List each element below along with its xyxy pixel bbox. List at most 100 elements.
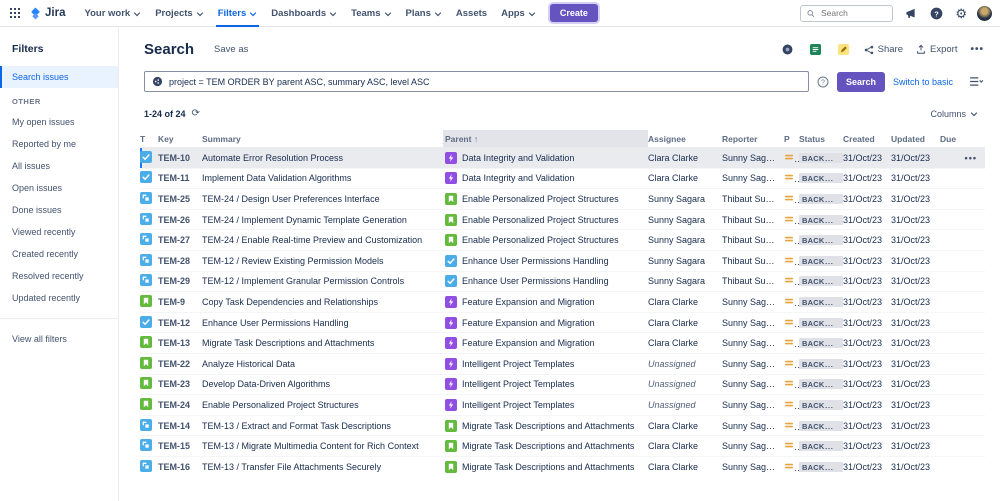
- issue-summary[interactable]: Implement Data Validation Algorithms: [202, 173, 445, 183]
- issue-key[interactable]: TEM-12: [158, 318, 202, 328]
- issue-parent[interactable]: Data Integrity and Validation: [445, 172, 648, 184]
- issue-key[interactable]: TEM-14: [158, 421, 202, 431]
- issue-key[interactable]: TEM-22: [158, 359, 202, 369]
- issue-summary[interactable]: TEM-13 / Transfer File Attachments Secur…: [202, 462, 445, 472]
- column-header-updated[interactable]: Updated: [891, 130, 940, 147]
- column-header-summary[interactable]: Summary: [202, 130, 445, 147]
- table-row[interactable]: TEM-22Analyze Historical DataIntelligent…: [140, 354, 985, 375]
- sidebar-item-resolved-recently[interactable]: Resolved recently: [0, 265, 118, 287]
- issue-key[interactable]: TEM-15: [158, 441, 202, 451]
- issue-summary[interactable]: Migrate Task Descriptions and Attachment…: [202, 338, 445, 348]
- table-row[interactable]: TEM-13Migrate Task Descriptions and Atta…: [140, 333, 985, 354]
- sidebar-item-viewed-recently[interactable]: Viewed recently: [0, 221, 118, 243]
- issue-parent[interactable]: Enhance User Permissions Handling: [445, 275, 648, 287]
- column-header-due[interactable]: Due: [940, 130, 962, 147]
- app-icon-dark[interactable]: [780, 42, 795, 57]
- issue-parent[interactable]: Feature Expansion and Migration: [445, 296, 648, 308]
- issue-parent[interactable]: Enable Personalized Project Structures: [445, 214, 648, 226]
- issue-parent[interactable]: Intelligent Project Templates: [445, 358, 648, 370]
- issue-summary[interactable]: Enhance User Permissions Handling: [202, 318, 445, 328]
- issue-parent[interactable]: Migrate Task Descriptions and Attachment…: [445, 440, 648, 452]
- column-header-key[interactable]: Key: [158, 130, 202, 147]
- issue-summary[interactable]: TEM-13 / Migrate Multimedia Content for …: [202, 441, 445, 451]
- refresh-icon[interactable]: ⟳: [192, 109, 200, 119]
- table-row[interactable]: TEM-11Implement Data Validation Algorith…: [140, 169, 985, 190]
- table-row[interactable]: TEM-16TEM-13 / Transfer File Attachments…: [140, 457, 985, 478]
- jql-input[interactable]: project = TEM ORDER BY parent ASC, summa…: [144, 71, 809, 92]
- table-row[interactable]: TEM-10Automate Error Resolution ProcessD…: [140, 148, 985, 169]
- issue-summary[interactable]: TEM-24 / Implement Dynamic Template Gene…: [202, 215, 445, 225]
- jira-logo[interactable]: Jira: [29, 7, 65, 20]
- issue-key[interactable]: TEM-28: [158, 256, 202, 266]
- issue-parent[interactable]: Enhance User Permissions Handling: [445, 255, 648, 267]
- issue-parent[interactable]: Migrate Task Descriptions and Attachment…: [445, 461, 648, 473]
- avatar[interactable]: [977, 6, 992, 21]
- column-header-reporter[interactable]: Reporter: [722, 130, 784, 147]
- issue-summary[interactable]: Copy Task Dependencies and Relationships: [202, 297, 445, 307]
- column-header-assignee[interactable]: Assignee: [648, 130, 722, 147]
- issue-parent[interactable]: Enable Personalized Project Structures: [445, 193, 648, 205]
- issue-key[interactable]: TEM-10: [158, 153, 202, 163]
- row-actions-button[interactable]: •••: [962, 153, 985, 163]
- issue-key[interactable]: TEM-23: [158, 379, 202, 389]
- save-as-button[interactable]: Save as: [214, 44, 248, 55]
- jql-help-icon[interactable]: ?: [817, 76, 829, 88]
- nav-item-assets[interactable]: Assets: [449, 0, 494, 27]
- issue-key[interactable]: TEM-16: [158, 462, 202, 472]
- issue-summary[interactable]: TEM-12 / Review Existing Permission Mode…: [202, 256, 445, 266]
- sidebar-item-updated-recently[interactable]: Updated recently: [0, 287, 118, 309]
- sidebar-item-my-open-issues[interactable]: My open issues: [0, 111, 118, 133]
- nav-item-dashboards[interactable]: Dashboards: [264, 0, 344, 27]
- table-row[interactable]: TEM-23Develop Data-Driven AlgorithmsInte…: [140, 375, 985, 396]
- view-options-button[interactable]: [961, 76, 984, 87]
- notifications-icon[interactable]: [903, 6, 918, 21]
- export-button[interactable]: Export: [916, 44, 957, 55]
- column-header-created[interactable]: Created: [843, 130, 891, 147]
- sidebar-item-open-issues[interactable]: Open issues: [0, 177, 118, 199]
- issue-parent[interactable]: Intelligent Project Templates: [445, 378, 648, 390]
- app-icon-yellow-pencil[interactable]: [836, 42, 851, 57]
- help-icon[interactable]: ?: [928, 5, 945, 22]
- issue-key[interactable]: TEM-11: [158, 173, 202, 183]
- issue-key[interactable]: TEM-25: [158, 194, 202, 204]
- issue-parent[interactable]: Data Integrity and Validation: [445, 152, 648, 164]
- issue-parent[interactable]: Feature Expansion and Migration: [445, 317, 648, 329]
- table-row[interactable]: TEM-29TEM-12 / Implement Granular Permis…: [140, 272, 985, 293]
- sidebar-item-search-issues[interactable]: Search issues: [0, 66, 118, 88]
- column-header-t[interactable]: T: [140, 130, 158, 147]
- issue-key[interactable]: TEM-9: [158, 297, 202, 307]
- settings-icon[interactable]: ⚙: [955, 7, 967, 20]
- nav-item-filters[interactable]: Filters: [211, 0, 265, 27]
- issue-parent[interactable]: Feature Expansion and Migration: [445, 337, 648, 349]
- table-row[interactable]: TEM-15TEM-13 / Migrate Multimedia Conten…: [140, 436, 985, 457]
- nav-item-apps[interactable]: Apps: [494, 0, 543, 27]
- column-header-parent[interactable]: Parent ↑: [443, 130, 648, 147]
- issue-summary[interactable]: TEM-24 / Enable Real-time Preview and Cu…: [202, 235, 445, 245]
- issue-summary[interactable]: TEM-13 / Extract and Format Task Descrip…: [202, 421, 445, 431]
- issue-parent[interactable]: Migrate Task Descriptions and Attachment…: [445, 420, 648, 432]
- issue-summary[interactable]: Automate Error Resolution Process: [202, 153, 445, 163]
- issue-summary[interactable]: Develop Data-Driven Algorithms: [202, 379, 445, 389]
- sidebar-item-all-issues[interactable]: All issues: [0, 155, 118, 177]
- app-icon-green-doc[interactable]: [808, 42, 823, 57]
- search-button[interactable]: Search: [837, 72, 885, 92]
- table-row[interactable]: TEM-14TEM-13 / Extract and Format Task D…: [140, 416, 985, 437]
- columns-button[interactable]: Columns: [924, 106, 984, 122]
- table-row[interactable]: TEM-27TEM-24 / Enable Real-time Preview …: [140, 230, 985, 251]
- nav-item-teams[interactable]: Teams: [344, 0, 398, 27]
- issue-key[interactable]: TEM-26: [158, 215, 202, 225]
- global-search-input[interactable]: [819, 7, 886, 19]
- share-button[interactable]: Share: [864, 44, 903, 55]
- table-row[interactable]: TEM-24Enable Personalized Project Struct…: [140, 395, 985, 416]
- column-header-status[interactable]: Status: [799, 130, 843, 147]
- issue-summary[interactable]: Enable Personalized Project Structures: [202, 400, 445, 410]
- issue-key[interactable]: TEM-29: [158, 276, 202, 286]
- nav-item-projects[interactable]: Projects: [148, 0, 211, 27]
- issue-key[interactable]: TEM-27: [158, 235, 202, 245]
- issue-key[interactable]: TEM-24: [158, 400, 202, 410]
- issue-parent[interactable]: Enable Personalized Project Structures: [445, 234, 648, 246]
- table-row[interactable]: TEM-26TEM-24 / Implement Dynamic Templat…: [140, 210, 985, 231]
- create-button[interactable]: Create: [550, 4, 598, 22]
- more-actions-button[interactable]: •••: [970, 44, 984, 55]
- global-search[interactable]: [800, 5, 893, 22]
